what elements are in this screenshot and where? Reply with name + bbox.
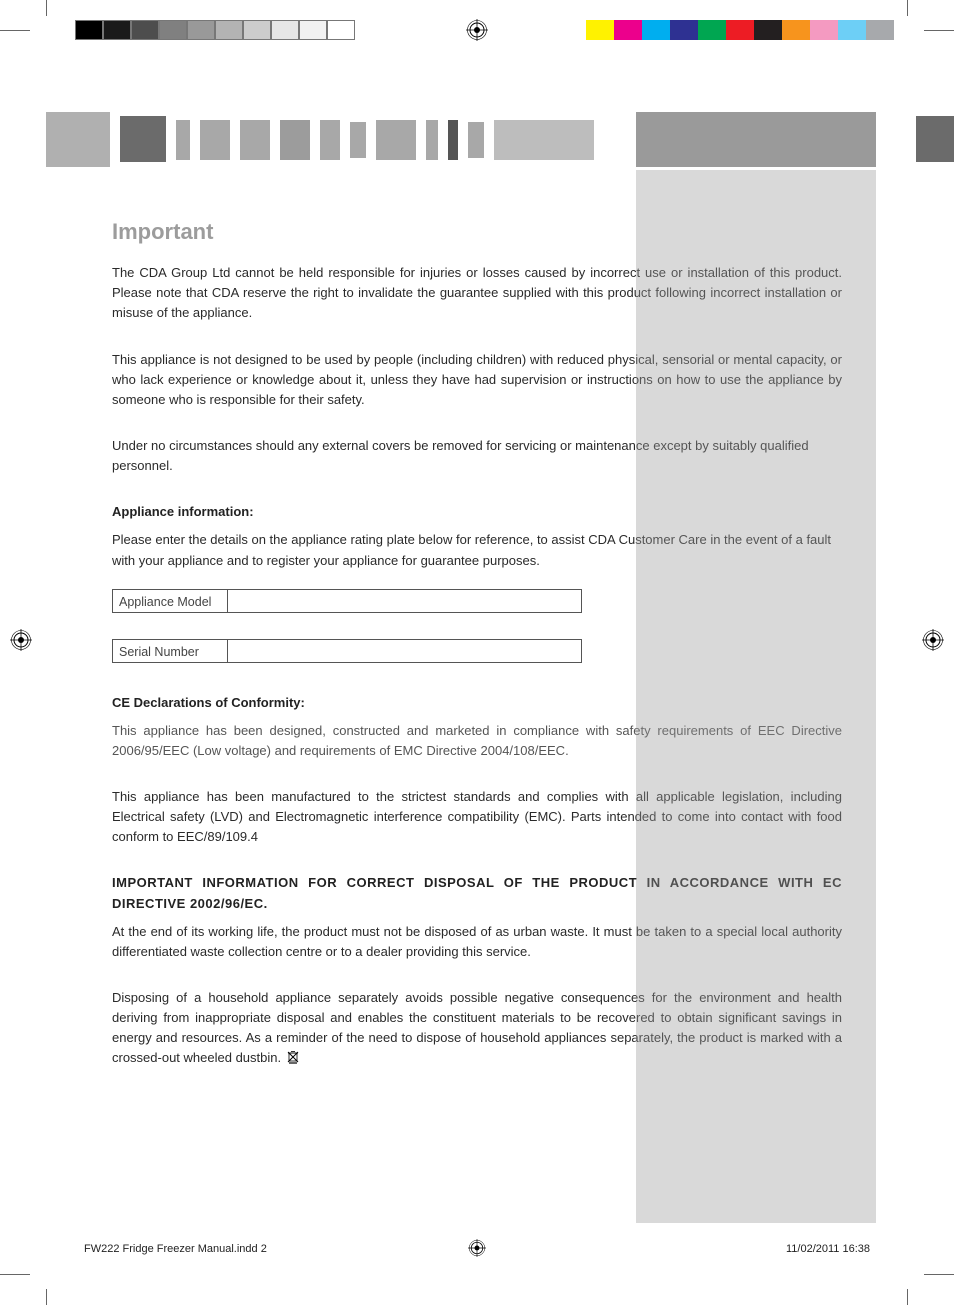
paragraph: This appliance has been designed, constr… bbox=[112, 721, 842, 761]
paragraph: This appliance has been manufactured to … bbox=[112, 787, 842, 847]
ce-heading: CE Declarations of Conformity: bbox=[112, 693, 842, 713]
paragraph: Please enter the details on the applianc… bbox=[112, 530, 842, 570]
registration-mark-icon bbox=[10, 629, 32, 656]
printer-crop-bottom bbox=[0, 1235, 954, 1305]
serial-number-label: Serial Number bbox=[113, 640, 228, 662]
paragraph-text: Disposing of a household appliance separ… bbox=[112, 990, 842, 1065]
appliance-model-field: Appliance Model bbox=[112, 589, 582, 613]
serial-number-field: Serial Number bbox=[112, 639, 582, 663]
paragraph: At the end of its working life, the prod… bbox=[112, 922, 842, 962]
color-swatches bbox=[586, 20, 894, 40]
page-title: Important bbox=[112, 215, 842, 249]
registration-mark-icon bbox=[466, 19, 488, 41]
header-decorative-bars bbox=[0, 112, 954, 167]
grayscale-swatches bbox=[75, 20, 355, 40]
disposal-heading: IMPORTANT INFORMATION FOR CORRECT DISPOS… bbox=[112, 873, 842, 913]
weee-bin-icon bbox=[287, 1050, 299, 1064]
page-content: Important The CDA Group Ltd cannot be he… bbox=[112, 215, 842, 1069]
paragraph: Under no circumstances should any extern… bbox=[112, 436, 842, 476]
printer-crop-top bbox=[0, 0, 954, 50]
appliance-model-value[interactable] bbox=[228, 590, 581, 612]
paragraph: This appliance is not designed to be use… bbox=[112, 350, 842, 410]
appliance-info-heading: Appliance information: bbox=[112, 502, 842, 522]
registration-mark-icon bbox=[922, 629, 944, 656]
paragraph: The CDA Group Ltd cannot be held respons… bbox=[112, 263, 842, 323]
disposal-paragraph: Disposing of a household appliance separ… bbox=[112, 988, 842, 1069]
appliance-model-label: Appliance Model bbox=[113, 590, 228, 612]
serial-number-value[interactable] bbox=[228, 640, 581, 662]
